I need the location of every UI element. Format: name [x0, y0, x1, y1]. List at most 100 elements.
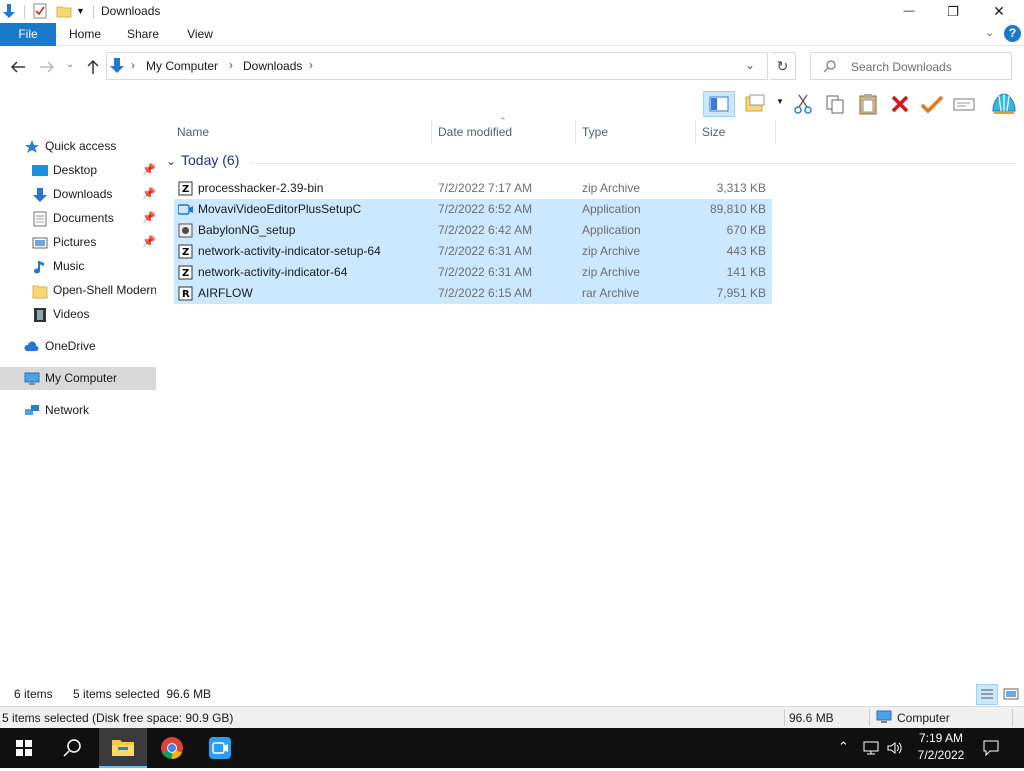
divider: [784, 709, 785, 726]
details-view-icon[interactable]: [976, 684, 998, 705]
breadcrumb-separator: ›: [131, 58, 135, 72]
search-icon[interactable]: [48, 728, 96, 768]
sidebar-item-network[interactable]: Network: [0, 399, 156, 422]
column-header-name[interactable]: Name: [171, 120, 432, 144]
network-tray-icon[interactable]: [862, 740, 880, 756]
chrome-icon[interactable]: [148, 728, 196, 768]
tab-share[interactable]: Share: [118, 23, 168, 46]
tab-file[interactable]: File: [0, 23, 56, 46]
refresh-icon[interactable]: ↻: [770, 52, 796, 80]
close-button[interactable]: ✕: [984, 0, 1014, 23]
group-collapse-chevron-icon[interactable]: ⌄: [166, 154, 176, 168]
sidebar-item-onedrive[interactable]: OneDrive: [0, 335, 156, 358]
pin-icon[interactable]: 📌: [142, 183, 156, 206]
views-dropdown-chevron-icon[interactable]: ▼: [776, 97, 784, 106]
table-row[interactable]: MovaviVideoEditorPlusSetupC 7/2/2022 6:5…: [174, 199, 772, 220]
restore-button[interactable]: ❐: [938, 0, 968, 23]
sidebar-item-videos[interactable]: Videos: [0, 303, 156, 326]
tab-view[interactable]: View: [176, 23, 224, 46]
group-header[interactable]: Today (6): [181, 152, 239, 168]
column-header-type[interactable]: Type: [576, 120, 696, 144]
up-arrow-icon[interactable]: [84, 58, 102, 76]
clock-time[interactable]: 7:19 AM: [916, 731, 966, 745]
svg-text:Z: Z: [182, 268, 189, 279]
copy-icon[interactable]: [824, 93, 846, 115]
computer-icon: [24, 371, 40, 387]
large-icons-view-icon[interactable]: [1001, 685, 1021, 704]
window-title: Downloads: [101, 4, 161, 18]
sidebar-item-label: Pictures: [53, 235, 97, 249]
file-name: BabylonNG_setup: [198, 223, 296, 237]
search-box[interactable]: Search Downloads: [810, 52, 1012, 80]
table-row[interactable]: R AIRFLOW 7/2/2022 6:15 AM rar Archive 7…: [174, 283, 772, 304]
new-folder-icon[interactable]: [56, 3, 72, 19]
installer-icon: [178, 223, 193, 238]
clock-date[interactable]: 7/2/2022: [912, 748, 970, 762]
file-date: 7/2/2022 7:17 AM: [438, 181, 533, 195]
address-dropdown-chevron-icon[interactable]: ⌄: [745, 58, 755, 72]
open-shell-icon[interactable]: [990, 91, 1018, 117]
recent-locations-chevron-icon[interactable]: ⌄: [66, 59, 74, 70]
sidebar-item-open-shell-modern[interactable]: Open-Shell Modern: [0, 279, 156, 302]
properties-icon[interactable]: [952, 93, 976, 115]
computer-icon: [876, 710, 892, 725]
sidebar-item-my-computer[interactable]: My Computer: [0, 367, 156, 390]
address-bar[interactable]: › My Computer › Downloads › ⌄: [106, 52, 768, 80]
properties-icon[interactable]: [32, 3, 48, 19]
sidebar-item-downloads[interactable]: Downloads 📌: [0, 183, 156, 206]
notifications-icon[interactable]: [982, 739, 1000, 757]
sidebar-item-quick-access[interactable]: Quick access: [0, 135, 156, 158]
paste-icon[interactable]: [857, 93, 879, 115]
download-arrow-icon: [109, 57, 125, 75]
star-icon: [24, 139, 40, 155]
pin-icon[interactable]: 📌: [142, 231, 156, 254]
file-type: zip Archive: [582, 265, 641, 279]
sidebar-item-music[interactable]: Music: [0, 255, 156, 278]
desktop-icon: [32, 163, 48, 179]
svg-text:R: R: [182, 289, 190, 300]
navigation-pane-icon[interactable]: [703, 91, 735, 117]
customize-quick-access-dropdown[interactable]: ▼: [76, 3, 86, 19]
sidebar-item-label: OneDrive: [45, 339, 96, 353]
cut-icon[interactable]: [793, 93, 813, 115]
tab-home[interactable]: Home: [60, 23, 110, 46]
column-header-size[interactable]: Size: [696, 120, 776, 144]
file-name: MovaviVideoEditorPlusSetupC: [198, 202, 362, 216]
search-input[interactable]: Search Downloads: [851, 60, 952, 74]
show-hidden-icons-chevron-icon[interactable]: ⌃: [838, 739, 849, 755]
folder-icon: [32, 283, 48, 299]
file-name: network-activity-indicator-setup-64: [198, 244, 381, 258]
table-row[interactable]: Z network-activity-indicator-64 7/2/2022…: [174, 262, 772, 283]
sidebar-item-pictures[interactable]: Pictures 📌: [0, 231, 156, 254]
minimize-button[interactable]: —: [894, 0, 924, 23]
document-icon: [32, 211, 48, 227]
back-arrow-icon[interactable]: [9, 58, 27, 76]
help-button[interactable]: ?: [1004, 25, 1021, 42]
separator: [93, 5, 94, 19]
table-row[interactable]: BabylonNG_setup 7/2/2022 6:42 AM Applica…: [174, 220, 772, 241]
volume-icon[interactable]: [886, 740, 904, 756]
forward-arrow-icon[interactable]: [38, 58, 56, 76]
start-windows-icon[interactable]: [0, 728, 48, 768]
breadcrumb-downloads[interactable]: Downloads: [243, 59, 302, 73]
table-row[interactable]: Z processhacker-2.39-bin 7/2/2022 7:17 A…: [174, 178, 772, 199]
column-header-date-modified[interactable]: Date modified: [432, 120, 576, 144]
expand-ribbon-chevron-icon[interactable]: ⌄: [985, 26, 999, 42]
sidebar-item-documents[interactable]: Documents 📌: [0, 207, 156, 230]
app-icon: [177, 202, 193, 217]
pin-icon[interactable]: 📌: [142, 207, 156, 230]
address-row: ⌄ › My Computer › Downloads › ⌄ ↻ Search…: [0, 46, 1024, 88]
breadcrumb-my-computer[interactable]: My Computer: [146, 59, 218, 73]
pin-icon[interactable]: 📌: [142, 159, 156, 182]
search-icon: [823, 59, 837, 73]
file-explorer-icon[interactable]: [99, 728, 147, 768]
rename-check-icon[interactable]: [920, 93, 944, 115]
file-date: 7/2/2022 6:31 AM: [438, 265, 533, 279]
download-arrow-icon[interactable]: [1, 3, 17, 20]
delete-icon[interactable]: [889, 93, 911, 115]
sidebar-item-desktop[interactable]: Desktop 📌: [0, 159, 156, 182]
table-row[interactable]: Z network-activity-indicator-setup-64 7/…: [174, 241, 772, 262]
film-icon: [32, 307, 48, 323]
movavi-icon[interactable]: [196, 728, 244, 768]
views-icon[interactable]: [744, 93, 768, 115]
